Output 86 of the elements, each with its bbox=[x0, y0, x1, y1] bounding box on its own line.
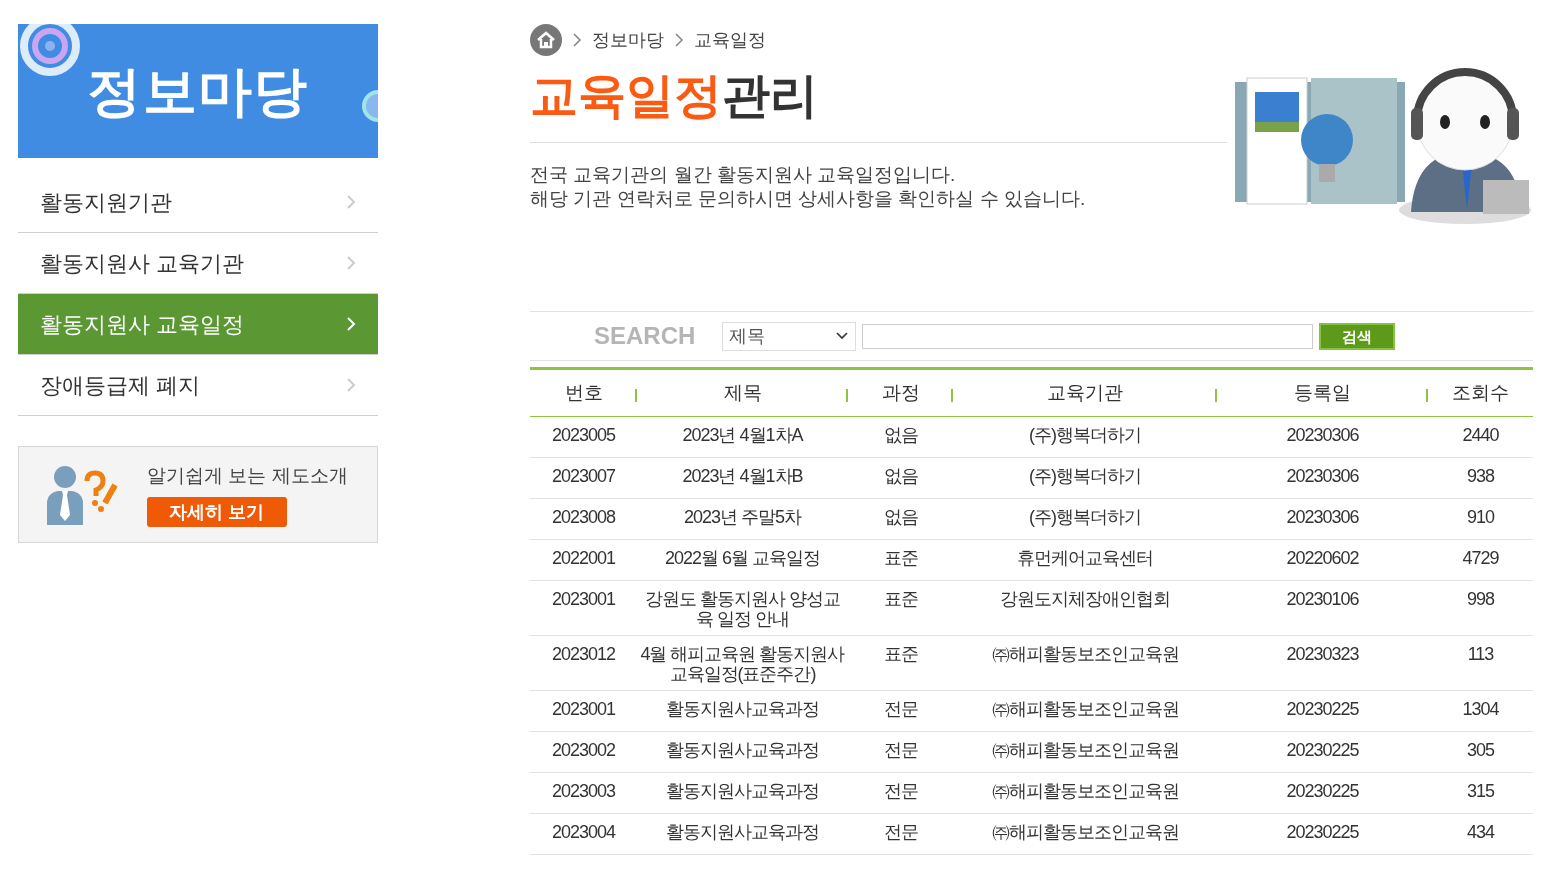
table-cell-text: 2022001 bbox=[550, 548, 617, 568]
banner-title: 정보마당 bbox=[87, 59, 309, 123]
table-cell-text: (주)행복더하기 bbox=[1028, 466, 1142, 486]
table-cell-text: 20230306 bbox=[1285, 466, 1360, 486]
table-cell-text: 20230306 bbox=[1285, 425, 1360, 445]
chevron-right-icon bbox=[572, 32, 582, 48]
column-header: 번호 bbox=[564, 380, 603, 405]
table-cell-text: 1304 bbox=[1461, 699, 1500, 719]
table-cell-text: 활동지원사교육과정 bbox=[665, 822, 820, 842]
table-cell-text: 4월 해피교육원 활동지원사교육일정(표준주간) bbox=[639, 644, 846, 684]
table-cell-text: 2023년 4월1차A bbox=[681, 425, 805, 445]
table-cell-text: ㈜해피활동보조인교육원 bbox=[990, 699, 1180, 719]
table-cell-text: 20230225 bbox=[1285, 822, 1360, 842]
table-cell-text: 2023001 bbox=[550, 699, 617, 719]
table-cell-text: 없음 bbox=[882, 425, 919, 445]
table-cell-text: 2023007 bbox=[550, 466, 617, 486]
table-cell-text: ㈜해피활동보조인교육원 bbox=[990, 740, 1180, 760]
table-cell-text: ㈜해피활동보조인교육원 bbox=[990, 644, 1180, 664]
search-label: SEARCH bbox=[594, 321, 697, 351]
column-header: 교육기관 bbox=[1047, 380, 1123, 405]
table-cell-text: 전문 bbox=[882, 699, 919, 719]
table-cell-text: 2440 bbox=[1461, 425, 1500, 445]
chevron-right-icon bbox=[346, 377, 356, 393]
column-header: 조회수 bbox=[1452, 380, 1509, 405]
table-cell-text: 활동지원사교육과정 bbox=[665, 781, 820, 801]
sidebar-item[interactable]: 활동지원사 교육일정 bbox=[18, 294, 378, 355]
column-header: 제목 bbox=[723, 380, 762, 405]
table-cell-text: 938 bbox=[1465, 466, 1496, 486]
table-cell-text: (주)행복더하기 bbox=[1028, 425, 1142, 445]
table-cell-text: 없음 bbox=[882, 507, 919, 527]
table-cell-text: 2023008 bbox=[550, 507, 617, 527]
table-cell-text: 4729 bbox=[1461, 548, 1500, 568]
table-cell-text: 표준 bbox=[882, 644, 919, 664]
table-cell-text: 2023003 bbox=[550, 781, 617, 801]
table-cell-text: 2023012 bbox=[550, 644, 617, 664]
table-cell-text: 20230323 bbox=[1285, 644, 1360, 664]
breadcrumb-link[interactable]: 정보마당 bbox=[592, 26, 664, 54]
table-cell-text: 강원도지체장애인협회 bbox=[999, 589, 1171, 609]
breadcrumb-link[interactable]: 교육일정 bbox=[694, 26, 766, 54]
table-cell-text: 표준 bbox=[882, 548, 919, 568]
table-cell-text: 910 bbox=[1465, 507, 1496, 527]
chevron-right-icon bbox=[346, 194, 356, 210]
column-header: 등록일 bbox=[1294, 380, 1351, 405]
table-cell-text: 활동지원사교육과정 bbox=[665, 699, 820, 719]
table-cell-text: 998 bbox=[1465, 589, 1496, 609]
table-cell-text: 강원도 활동지원사 양성교육 일정 안내 bbox=[644, 589, 841, 629]
table-cell-text: 전문 bbox=[882, 781, 919, 801]
table-cell-text: 2023년 4월1차B bbox=[681, 466, 804, 486]
table-cell-text: 20230225 bbox=[1285, 781, 1360, 801]
field-select[interactable]: 제목 bbox=[722, 321, 856, 351]
table-cell-text: 113 bbox=[1466, 644, 1495, 664]
description-text: 전국 교육기관의 월간 활동지원사 교육일정입니다. bbox=[530, 163, 957, 187]
table-cell-text: 315 bbox=[1465, 781, 1496, 801]
table-cell-text: 없음 bbox=[882, 466, 919, 486]
column-header: 과정 bbox=[881, 380, 920, 405]
table-cell-text: ㈜해피활동보조인교육원 bbox=[990, 781, 1180, 801]
table-cell-text: 전문 bbox=[882, 740, 919, 760]
table-cell-text: (주)행복더하기 bbox=[1028, 507, 1142, 527]
table-cell-text: 2023002 bbox=[550, 740, 617, 760]
promo-text: 알기쉽게 보는 제도소개 bbox=[147, 464, 348, 489]
table-cell-text: 2023년 주말5차 bbox=[682, 507, 803, 527]
table-cell-text: 활동지원사교육과정 bbox=[665, 740, 820, 760]
table-cell-text: 표준 bbox=[882, 589, 919, 609]
table-cell-text: 20220602 bbox=[1285, 548, 1360, 568]
table-cell-text: 20230225 bbox=[1285, 740, 1360, 760]
table-cell-text: 전문 bbox=[882, 822, 919, 842]
table-cell-text: 20230225 bbox=[1285, 699, 1360, 719]
table-cell-text: 2023005 bbox=[550, 425, 617, 445]
chevron-down-icon bbox=[835, 331, 849, 341]
chevron-right-icon bbox=[346, 316, 356, 332]
table-cell-text: 20230106 bbox=[1285, 589, 1360, 609]
chevron-right-icon bbox=[674, 32, 684, 48]
table-cell-text: 2022월 6월 교육일정 bbox=[663, 548, 822, 568]
table-cell-text: 휴먼케어교육센터 bbox=[1016, 548, 1154, 568]
table-cell-text: 434 bbox=[1465, 822, 1496, 842]
person-question-icon bbox=[45, 464, 121, 525]
description-text: 해당 기관 연락처로 문의하시면 상세사항을 확인하실 수 있습니다. bbox=[530, 187, 1087, 211]
table-cell-text: 2023001 bbox=[550, 589, 617, 609]
home-icon[interactable] bbox=[530, 24, 562, 56]
table-cell-text: ㈜해피활동보조인교육원 bbox=[990, 822, 1180, 842]
table-cell-text: 2023004 bbox=[550, 822, 617, 842]
page-title: 교육일정관리 bbox=[530, 68, 819, 124]
chevron-right-icon bbox=[346, 255, 356, 271]
table-cell-text: 305 bbox=[1465, 740, 1496, 760]
table-cell-text: 20230306 bbox=[1285, 507, 1360, 527]
search-input[interactable] bbox=[862, 323, 1313, 349]
